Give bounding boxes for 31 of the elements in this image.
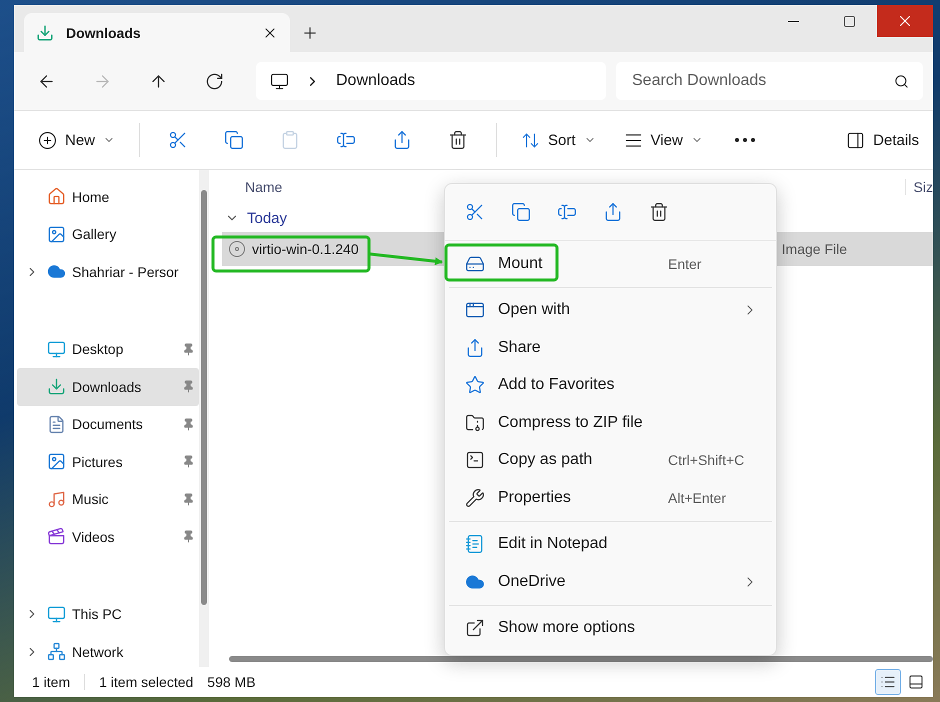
menu-label: Copy as path bbox=[498, 451, 594, 470]
sidebar-label: Downloads bbox=[72, 378, 142, 395]
menu-label: Show more options bbox=[498, 619, 636, 638]
item-count: 1 item bbox=[32, 674, 70, 690]
menu-label: OneDrive bbox=[498, 572, 567, 591]
sidebar-label: Shahriar - Persor bbox=[72, 264, 180, 280]
sidebar-label: Network bbox=[72, 644, 124, 660]
sidebar-label: Videos bbox=[72, 528, 116, 545]
sidebar-label: Music bbox=[72, 491, 110, 508]
sidebar-label: Pictures bbox=[72, 454, 124, 470]
file-name: virtio-win-0.1.240 bbox=[252, 241, 359, 257]
menu-label: Compress to ZIP file bbox=[498, 414, 644, 432]
menu-label: Add to Favorites bbox=[498, 376, 616, 394]
menu-label: Edit in Notepad bbox=[498, 535, 608, 554]
sidebar-label: Home bbox=[72, 188, 110, 205]
menu-label: Open with bbox=[498, 301, 572, 320]
address-path: Downloads bbox=[336, 72, 416, 90]
shortcut-text: Enter bbox=[668, 256, 702, 272]
sidebar-label: Documents bbox=[72, 416, 144, 432]
sidebar-label: This PC bbox=[72, 606, 123, 622]
selection-size: 598 MB bbox=[207, 674, 256, 690]
sidebar-label: Gallery bbox=[72, 226, 118, 242]
selection-count: 1 item selected bbox=[99, 674, 194, 690]
shortcut-text: Alt+Enter bbox=[668, 490, 727, 506]
file-type: Image File bbox=[782, 241, 847, 257]
menu-label: Mount bbox=[498, 254, 544, 273]
menu-label: Share bbox=[498, 338, 542, 357]
tab-title: Downloads bbox=[66, 24, 142, 40]
menu-label: Properties bbox=[498, 488, 572, 507]
shortcut-text: Ctrl+Shift+C bbox=[668, 452, 746, 468]
sidebar-label: Desktop bbox=[72, 341, 124, 358]
